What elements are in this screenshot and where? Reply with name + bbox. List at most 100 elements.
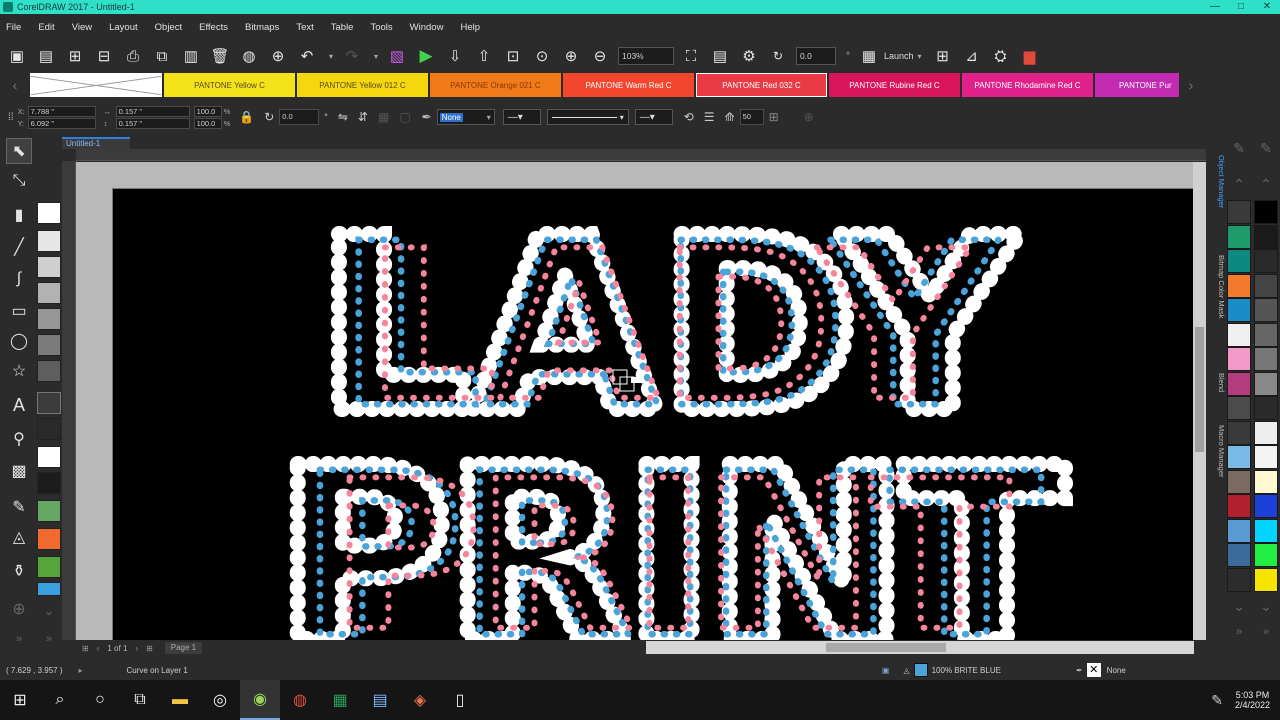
palette-swatch[interactable] — [1254, 396, 1278, 420]
pantone-swatch-warm-red[interactable]: PANTONE Warm Red C — [563, 73, 694, 97]
polygon-tool-icon[interactable]: ☆ — [6, 358, 32, 384]
publish-pdf-icon[interactable]: ⊡ — [502, 45, 524, 67]
cortana-icon[interactable]: ○ — [80, 680, 120, 720]
group-icon[interactable]: ▢ — [399, 110, 410, 124]
menu-help[interactable]: Help — [460, 22, 480, 33]
transparency-tool-icon[interactable]: ▩ — [6, 458, 32, 484]
redo-dropdown-icon[interactable]: ▾ — [370, 45, 382, 67]
undo-dropdown-icon[interactable]: ▾ — [325, 45, 337, 67]
menu-window[interactable]: Window — [410, 22, 444, 33]
add-page-icon[interactable]: ⊞ — [146, 644, 153, 653]
print-icon[interactable]: ⎙ — [122, 45, 144, 67]
text-tool-icon[interactable]: A — [6, 392, 32, 418]
palette-swatch[interactable] — [1227, 445, 1251, 469]
vertical-scroll-thumb[interactable] — [1195, 327, 1204, 452]
line-style-dropdown[interactable]: ▾ — [546, 109, 629, 125]
palette-swatch[interactable] — [1227, 567, 1251, 592]
next-page-icon[interactable]: › — [135, 644, 138, 653]
excel-icon[interactable]: ▦ — [320, 680, 360, 720]
palette-swatch[interactable] — [1227, 371, 1251, 396]
macro-recorder-icon[interactable]: ⛭ — [990, 45, 1012, 67]
interactive-fill-tool-icon[interactable]: ◬ — [6, 524, 32, 550]
palette-swatch[interactable] — [1227, 347, 1251, 371]
palette-swatch[interactable] — [1227, 249, 1251, 273]
outline-width-dropdown[interactable]: None ▾ — [436, 109, 495, 125]
pantone-swatch-rubine-red[interactable]: PANTONE Rubine Red C — [829, 73, 960, 97]
lock-ratio-icon[interactable]: 🔒 — [239, 110, 254, 124]
coreldraw-taskbar-icon[interactable]: ◉ — [240, 680, 280, 720]
no-outline-icon[interactable]: ✕ — [1086, 663, 1101, 677]
system-clock[interactable]: 5:03 PM 2/4/2022 — [1235, 690, 1270, 710]
browser-icon[interactable]: ◎ — [200, 680, 240, 720]
undo-icon[interactable]: ↶ — [296, 45, 318, 67]
page-tab[interactable]: Page 1 — [164, 642, 203, 654]
file-explorer-icon[interactable]: ▬ — [160, 680, 200, 720]
height-field[interactable]: 0.157 " — [115, 117, 190, 129]
pantone-swatch-yellow[interactable]: PANTONE Yellow C — [164, 73, 295, 97]
add-tool-icon[interactable]: ⊕ — [6, 596, 32, 622]
menu-view[interactable]: View — [72, 22, 92, 33]
shape-tool-icon[interactable]: ⤡ — [6, 168, 32, 194]
pen-input-icon[interactable]: ✎ — [1211, 692, 1223, 709]
zoom-level-field[interactable]: 103% — [618, 47, 674, 65]
mirror-horizontal-icon[interactable]: ⇋ — [338, 110, 348, 124]
color-proofing-icon[interactable]: ▣ — [882, 666, 890, 675]
new-page-icon[interactable]: ⊕ — [267, 45, 289, 67]
menu-table[interactable]: Table — [331, 22, 354, 33]
rhinestone-artwork[interactable]: LADY LADY LADY PRINT PRINT PRINT — [113, 189, 1193, 640]
eyedropper-tool-icon[interactable]: ✎ — [6, 494, 32, 520]
pen-icon[interactable]: ✎ — [1227, 140, 1251, 157]
curve-smoothness-field[interactable]: 50 — [739, 109, 764, 125]
pantone-swatch-rhodamine-red[interactable]: PANTONE Rhodamine Red C — [962, 73, 1093, 97]
palette-expand-icon[interactable]: » — [1227, 626, 1251, 638]
rulers-icon[interactable]: ▤ — [709, 45, 731, 67]
rectangle-tool-icon[interactable]: ▭ — [6, 298, 32, 324]
menu-file[interactable]: File — [6, 22, 21, 33]
palette-swatch[interactable] — [1227, 396, 1251, 420]
palette-scroll-left-icon[interactable]: ‹ — [0, 77, 30, 93]
end-arrowhead-dropdown[interactable]: —▾ — [634, 109, 673, 125]
palette-swatch[interactable] — [37, 556, 61, 578]
palette-scroll-down-icon[interactable]: ⌄ — [1227, 598, 1251, 615]
document-tab[interactable]: Untitled-1 — [62, 137, 130, 149]
zoom-fit-icon[interactable]: ⊙ — [531, 45, 553, 67]
x-position-field[interactable]: 7.788 " — [27, 105, 96, 117]
document-icon[interactable]: ▯ — [440, 680, 480, 720]
menu-bitmaps[interactable]: Bitmaps — [245, 22, 279, 33]
toolbox-briefcase-icon[interactable]: ▆ — [1019, 45, 1041, 67]
palette-swatch[interactable] — [1254, 322, 1278, 347]
close-curve-icon[interactable]: ⟲ — [684, 110, 694, 124]
copy-icon[interactable]: ⧉ — [151, 45, 173, 67]
options-gear-icon[interactable]: ⚙ — [738, 45, 760, 67]
pen-icon[interactable]: ✎ — [1254, 140, 1278, 157]
parallel-dimension-tool-icon[interactable]: ⚲ — [6, 426, 32, 452]
palette-expand-icon[interactable]: » — [1254, 626, 1278, 638]
artistic-media-tool-icon[interactable]: ∫ — [6, 266, 32, 292]
menu-tools[interactable]: Tools — [370, 22, 392, 33]
alignment-guides-icon[interactable]: ⊿ — [961, 45, 983, 67]
palette-swatch[interactable] — [1254, 469, 1278, 494]
scale-width-field[interactable]: 100.0 — [193, 105, 222, 117]
start-arrowhead-dropdown[interactable]: —▾ — [502, 109, 541, 125]
palette-expand-icon[interactable]: » — [36, 626, 62, 652]
pantone-swatch-none[interactable] — [30, 73, 162, 97]
rotation-angle-field[interactable]: 0.0 — [279, 109, 320, 125]
palette-swatch[interactable] — [1254, 543, 1278, 567]
task-view-icon[interactable]: ⧉ — [120, 680, 160, 720]
fill-color-swatch[interactable] — [913, 663, 928, 677]
close-button[interactable]: ✕ — [1254, 0, 1280, 14]
horizontal-scrollbar[interactable] — [646, 641, 1194, 654]
rotation-field[interactable]: 0.0 — [796, 47, 836, 65]
menu-object[interactable]: Object — [155, 22, 182, 33]
palette-scroll-down-icon[interactable]: ⌄ — [1254, 598, 1278, 615]
palette-swatch[interactable] — [1227, 298, 1251, 322]
palette-swatch[interactable] — [37, 472, 61, 494]
palette-swatch[interactable] — [1227, 273, 1251, 298]
palette-swatch-no-fill[interactable] — [37, 202, 61, 224]
palette-swatch[interactable] — [1254, 567, 1278, 592]
drawing-window[interactable]: LADY LADY LADY PRINT PRINT PRINT — [76, 162, 1206, 640]
palette-swatch[interactable] — [1227, 420, 1251, 445]
scale-height-field[interactable]: 100.0 — [193, 117, 222, 129]
new-document-icon[interactable]: ▣ — [6, 45, 28, 67]
blend-tab[interactable]: Blend — [1210, 373, 1226, 392]
